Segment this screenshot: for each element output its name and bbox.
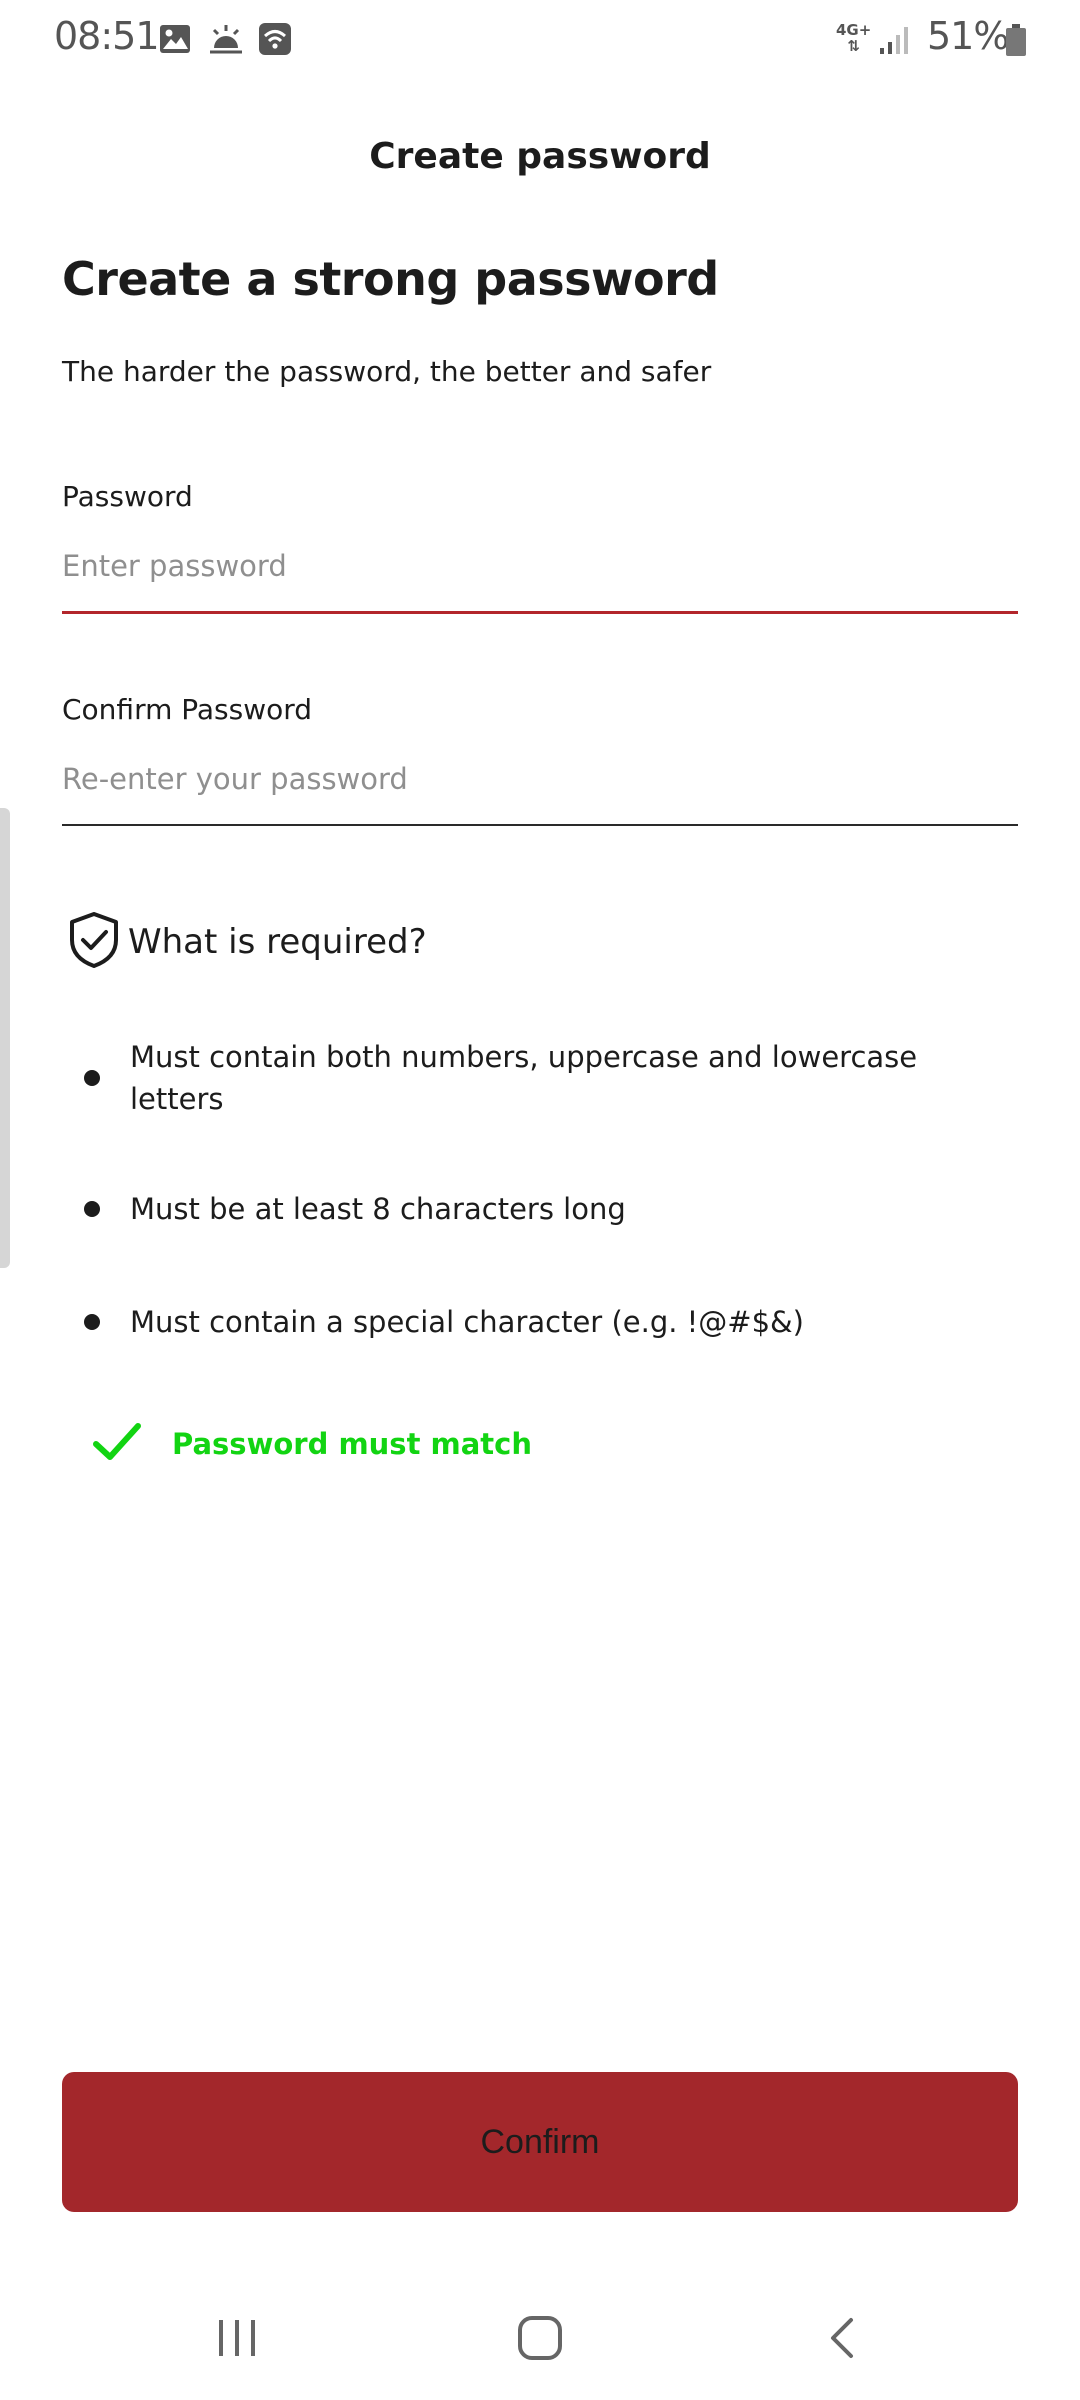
confirm-button[interactable]: Confirm	[62, 2072, 1018, 2212]
home-icon	[517, 2315, 563, 2365]
page-title: Create password	[369, 136, 711, 177]
confirm-password-underline	[62, 824, 1018, 826]
weather-icon	[208, 22, 242, 56]
battery-percentage: 51%	[927, 14, 1009, 58]
password-match-indicator: Password must match	[92, 1420, 532, 1468]
confirm-password-label: Confirm Password	[62, 693, 313, 726]
confirm-password-input[interactable]	[62, 748, 1018, 810]
shield-check-icon	[66, 910, 122, 974]
checkmark-icon	[92, 1420, 142, 1468]
password-match-text: Password must match	[172, 1427, 533, 1461]
edge-panel-handle[interactable]	[0, 808, 10, 1268]
confirm-button-label: Confirm	[480, 2122, 600, 2161]
headline: Create a strong password	[62, 252, 719, 306]
bullet-icon	[84, 1070, 100, 1086]
bullet-icon	[84, 1314, 100, 1330]
recent-apps-icon	[215, 2318, 259, 2362]
requirement-item: Must contain a special character (e.g. !…	[84, 1301, 984, 1343]
back-icon	[827, 2316, 857, 2364]
home-button[interactable]	[495, 2310, 585, 2370]
subtitle: The harder the password, the better and …	[62, 355, 712, 388]
requirement-text: Must be at least 8 characters long	[130, 1192, 626, 1226]
status-time: 08:51	[54, 14, 160, 58]
recent-apps-button[interactable]	[192, 2310, 282, 2370]
requirement-item: Must be at least 8 characters long	[84, 1188, 984, 1230]
battery-icon	[1006, 24, 1026, 56]
bullet-icon	[84, 1201, 100, 1217]
password-input[interactable]	[62, 535, 1018, 597]
password-label: Password	[62, 480, 193, 513]
signal-icon	[878, 24, 912, 58]
requirement-item: Must contain both numbers, uppercase and…	[84, 1036, 984, 1120]
back-button[interactable]	[797, 2310, 887, 2370]
requirement-text: Must contain a special character (e.g. !…	[130, 1305, 804, 1339]
requirement-text: Must contain both numbers, uppercase and…	[130, 1040, 918, 1116]
network-indicator: 4G+ ⇅	[836, 21, 872, 55]
requirements-header: What is required?	[66, 910, 427, 974]
image-icon	[158, 22, 192, 56]
password-underline	[62, 611, 1018, 614]
wifi-icon	[258, 22, 292, 56]
requirements-title: What is required?	[128, 922, 427, 962]
status-bar: 08:51 4G+ ⇅ 51%	[0, 0, 1080, 80]
